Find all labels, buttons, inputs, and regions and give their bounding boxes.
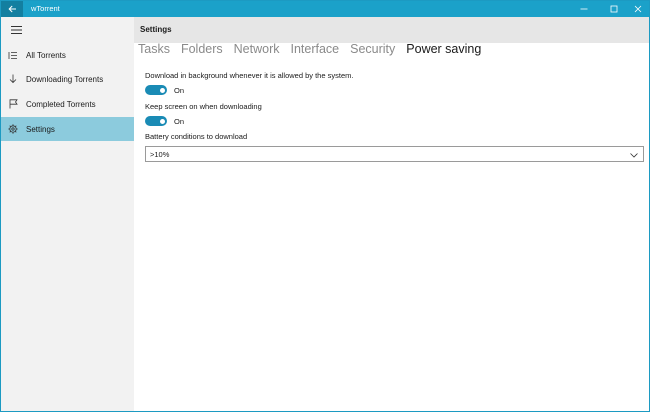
title-bar: wTorrent	[1, 1, 649, 17]
sidebar-item-completed-torrents[interactable]: Completed Torrents	[1, 92, 134, 116]
download-arrow-icon	[1, 67, 25, 91]
window-title: wTorrent	[31, 4, 60, 13]
background-download-setting: On	[145, 85, 184, 95]
tab-interface[interactable]: Interface	[290, 41, 339, 57]
flag-icon	[1, 92, 25, 116]
sidebar-item-all-torrents[interactable]: All Torrents	[1, 43, 134, 67]
battery-conditions-label: Battery conditions to download	[145, 132, 248, 141]
gear-icon	[1, 117, 25, 141]
list-icon	[1, 43, 25, 67]
page-header: Settings	[134, 17, 649, 43]
keep-screen-on-toggle[interactable]	[145, 116, 167, 126]
close-icon	[634, 5, 642, 13]
tab-security[interactable]: Security	[350, 41, 395, 57]
sidebar-item-label: Completed Torrents	[26, 99, 96, 109]
maximize-icon	[610, 5, 618, 13]
back-button[interactable]	[1, 1, 23, 17]
background-download-label: Download in background whenever it is al…	[145, 71, 354, 80]
hamburger-icon	[10, 26, 22, 34]
tab-tasks[interactable]: Tasks	[138, 41, 170, 57]
sidebar-item-settings[interactable]: Settings	[1, 117, 134, 141]
tab-network[interactable]: Network	[234, 41, 280, 57]
sidebar-item-label: All Torrents	[26, 50, 66, 60]
main-content: Settings Tasks Folders Network Interface…	[134, 17, 649, 411]
background-download-toggle[interactable]	[145, 85, 167, 95]
page-title: Settings	[140, 25, 172, 34]
toggle-knob	[159, 118, 165, 124]
minimize-button[interactable]	[571, 1, 597, 17]
sidebar-item-downloading-torrents[interactable]: Downloading Torrents	[1, 67, 134, 91]
settings-tabs: Tasks Folders Network Interface Security…	[138, 41, 492, 57]
chevron-down-icon	[629, 150, 639, 160]
tab-power-saving[interactable]: Power saving	[406, 41, 481, 57]
battery-conditions-value: >10%	[150, 150, 170, 159]
close-button[interactable]	[625, 1, 650, 17]
background-download-state: On	[174, 85, 185, 95]
toggle-knob	[159, 87, 165, 93]
app-window: wTorrent All Torrents Downloading Torren…	[0, 0, 650, 412]
sidebar-item-label: Settings	[26, 124, 55, 134]
keep-screen-on-state: On	[174, 116, 185, 126]
sidebar-item-label: Downloading Torrents	[26, 74, 104, 84]
keep-screen-on-label: Keep screen on when downloading	[145, 102, 262, 111]
keep-screen-on-setting: On	[145, 116, 184, 126]
sidebar: All Torrents Downloading Torrents Comple…	[1, 17, 134, 411]
tab-folders[interactable]: Folders	[181, 41, 223, 57]
minimize-icon	[580, 8, 588, 10]
battery-conditions-dropdown[interactable]: >10%	[145, 146, 644, 162]
maximize-button[interactable]	[601, 1, 627, 17]
hamburger-menu-button[interactable]	[1, 17, 31, 43]
back-arrow-icon	[7, 5, 16, 13]
